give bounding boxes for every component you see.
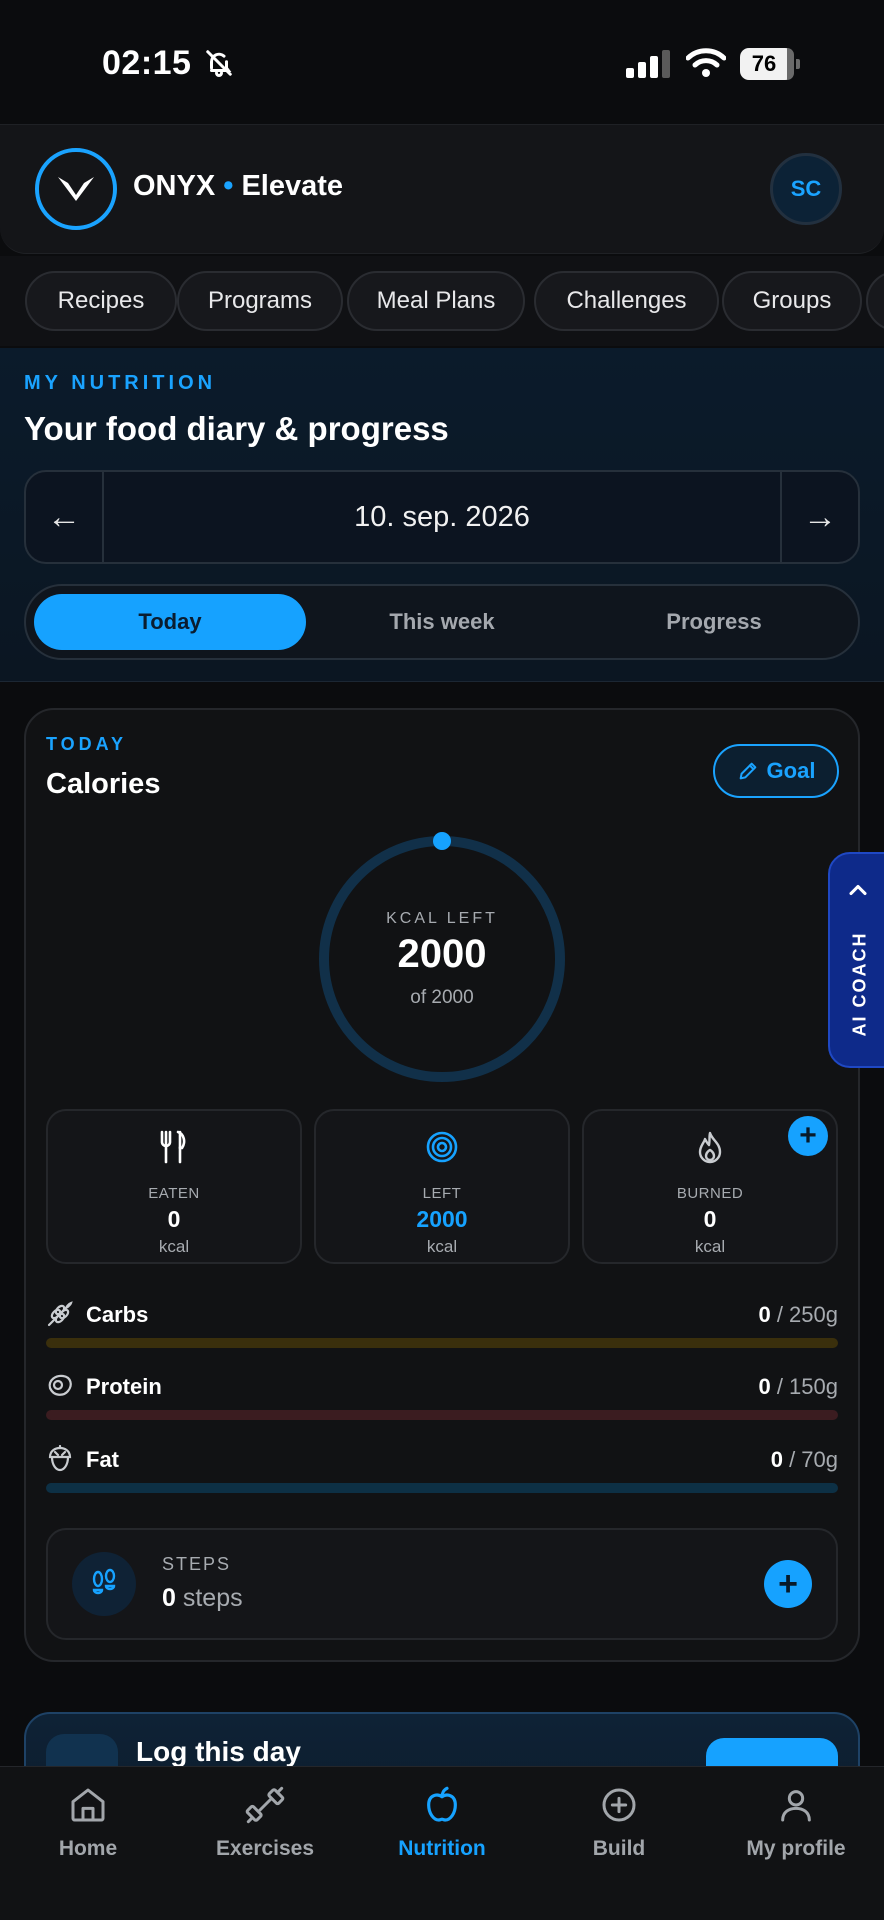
date-navigator: ← 10. sep. 2026 → [24, 470, 860, 564]
brand-title: ONYX • Elevate [133, 170, 343, 203]
macro-carbs-amount: 0 / 250g [758, 1302, 838, 1328]
steps-unit: steps [182, 1584, 243, 1612]
macro-fat-bar [46, 1483, 838, 1493]
macro-protein-bar [46, 1410, 838, 1420]
category-chips: Recipes Programs Meal Plans Challenges G… [0, 256, 884, 346]
section-title: Your food diary & progress [24, 410, 449, 447]
chevron-left-icon [849, 884, 867, 896]
silent-bell-icon [204, 48, 234, 83]
ai-coach-label: AI COACH [849, 931, 870, 1037]
log-day-title: Log this day [136, 1736, 301, 1767]
dumbbell-icon [245, 1786, 285, 1824]
nav-home[interactable]: Home [0, 1785, 176, 1861]
ring-center: KCAL LEFT 2000 of 2000 [315, 832, 569, 1086]
ai-coach-tab[interactable]: AI COACH [828, 852, 884, 1068]
wheat-icon [46, 1300, 74, 1333]
flame-icon [695, 1127, 725, 1167]
apple-icon [427, 1786, 457, 1822]
ring-value: 2000 [397, 931, 487, 976]
macro-protein-goal: / 150g [770, 1374, 838, 1399]
bottom-nav: Home Exercises Nutrition Build My profil… [0, 1766, 884, 1920]
macro-protein-amount: 0 / 150g [758, 1374, 838, 1400]
user-icon [781, 1790, 811, 1822]
nav-my-profile[interactable]: My profile [708, 1785, 884, 1861]
period-tabs: Today This week Progress [24, 584, 860, 660]
stat-left-value: 2000 [416, 1206, 468, 1232]
stat-burned-unit: kcal [694, 1237, 726, 1256]
macro-fat-amount: 0 / 70g [771, 1447, 838, 1473]
nav-build[interactable]: Build [531, 1785, 707, 1861]
card-title: Calories [46, 768, 161, 800]
tab-this-week[interactable]: This week [306, 594, 578, 650]
ring-label: KCAL LEFT [386, 909, 498, 927]
goal-label: Goal [766, 758, 816, 783]
footprints-icon [72, 1552, 136, 1616]
cellular-signal-icon [626, 50, 672, 83]
steps-value-line: 0 steps [162, 1584, 243, 1613]
current-date[interactable]: 10. sep. 2026 [104, 472, 780, 562]
chip-challenges[interactable]: Challenges [534, 271, 719, 331]
ring-of: of 2000 [410, 986, 474, 1008]
chip-recipes[interactable]: Recipes [25, 271, 177, 331]
brand-dot: • [223, 170, 234, 202]
nav-nutrition-label: Nutrition [398, 1837, 486, 1860]
onyx-logo-icon[interactable] [35, 148, 117, 230]
nav-my-profile-label: My profile [746, 1837, 846, 1860]
battery-level: 76 [751, 51, 777, 76]
status-time: 02:15 [102, 44, 192, 82]
add-burned-button[interactable]: + [788, 1116, 828, 1156]
steps-value: 0 [162, 1584, 176, 1612]
macro-carbs-current: 0 [758, 1302, 771, 1327]
avatar[interactable]: SC [770, 153, 842, 225]
nav-home-label: Home [58, 1837, 118, 1860]
chip-more[interactable] [866, 271, 884, 331]
stat-burned-value: 0 [703, 1206, 717, 1232]
tab-today[interactable]: Today [34, 594, 306, 650]
macro-fat-name: Fat [86, 1447, 119, 1472]
stat-left: LEFT 2000 kcal [314, 1109, 570, 1264]
brand-name: ONYX [133, 170, 216, 202]
stat-left-unit: kcal [426, 1237, 458, 1256]
chip-groups[interactable]: Groups [722, 271, 862, 331]
macro-carbs-bar [46, 1338, 838, 1348]
fork-knife-icon [158, 1127, 190, 1167]
chip-programs[interactable]: Programs [177, 271, 343, 331]
prev-day-button[interactable]: ← [26, 472, 104, 562]
steps-tile: STEPS 0 steps + [46, 1528, 838, 1640]
nav-nutrition[interactable]: Nutrition [354, 1785, 530, 1861]
nav-exercises-label: Exercises [215, 1837, 315, 1860]
stat-eaten-value: 0 [167, 1206, 181, 1232]
macro-carbs-goal: / 250g [770, 1302, 838, 1327]
battery-indicator: 76 [740, 48, 800, 80]
tab-progress[interactable]: Progress [578, 594, 850, 650]
macro-fat-current: 0 [770, 1447, 783, 1472]
steps-label: STEPS [162, 1554, 232, 1574]
macro-protein-name: Protein [86, 1374, 162, 1399]
plus-circle-icon [602, 1788, 636, 1822]
chip-meal-plans[interactable]: Meal Plans [347, 271, 525, 331]
stat-burned-label: BURNED [676, 1185, 744, 1202]
pencil-icon [739, 762, 756, 780]
brand-sub: Elevate [241, 170, 344, 202]
home-icon [71, 1788, 105, 1822]
steak-icon [46, 1372, 74, 1405]
macro-fat-goal: / 70g [782, 1447, 838, 1472]
next-day-button[interactable]: → [780, 472, 858, 562]
stat-eaten-label: EATEN [148, 1185, 200, 1202]
nut-icon [46, 1444, 74, 1478]
macro-protein-current: 0 [758, 1374, 771, 1399]
add-steps-button[interactable]: + [764, 1560, 812, 1608]
stat-eaten: EATEN 0 kcal [46, 1109, 302, 1264]
section-eyebrow: MY NUTRITION [24, 372, 217, 394]
goal-button[interactable]: Goal [713, 744, 839, 798]
wifi-icon [685, 48, 727, 83]
stat-left-label: LEFT [422, 1185, 462, 1202]
nav-build-label: Build [592, 1837, 646, 1860]
macro-carbs-name: Carbs [86, 1302, 149, 1327]
nav-exercises[interactable]: Exercises [177, 1785, 353, 1861]
card-eyebrow: TODAY [46, 734, 128, 754]
stat-eaten-unit: kcal [158, 1237, 190, 1256]
target-icon [425, 1127, 459, 1167]
